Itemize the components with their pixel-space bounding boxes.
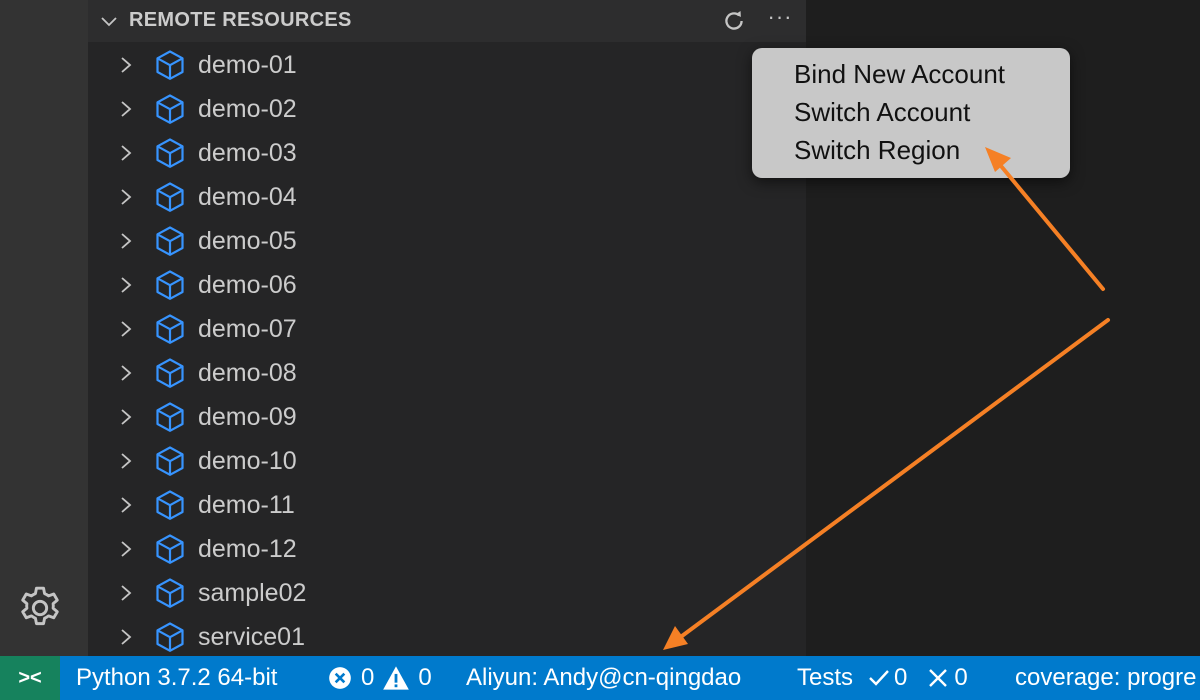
menu-item-bind-new-account[interactable]: Bind New Account	[752, 55, 1070, 93]
remote-icon: ><	[18, 666, 42, 689]
tree-item[interactable]: demo-10	[88, 439, 806, 483]
tree-item-label: demo-10	[198, 447, 297, 475]
problems-indicator[interactable]: 0 0	[327, 656, 432, 700]
activity-bar	[0, 0, 88, 656]
tree-item[interactable]: demo-11	[88, 483, 806, 527]
tree-item[interactable]: demo-02	[88, 87, 806, 131]
tree-item[interactable]: demo-05	[88, 219, 806, 263]
python-interpreter[interactable]: Python 3.7.2 64-bit	[76, 656, 277, 700]
menu-item-switch-region[interactable]: Switch Region	[752, 131, 1070, 169]
resource-tree: demo-01 demo-02 demo-03 demo-04 demo-05 demo-…	[88, 43, 806, 656]
chevron-right-icon	[121, 453, 132, 469]
chevron-right-icon	[121, 233, 132, 249]
sidebar: REMOTE RESOURCES ··· demo-01 demo-02 demo-…	[88, 0, 806, 656]
section-header-remote-resources[interactable]: REMOTE RESOURCES ···	[88, 0, 806, 42]
tree-item[interactable]: demo-08	[88, 351, 806, 395]
tests-passed-count: 0	[894, 664, 908, 691]
tree-item-label: sample02	[198, 579, 307, 607]
chevron-right-icon	[121, 57, 132, 73]
refresh-icon	[725, 10, 743, 30]
tree-item[interactable]: demo-09	[88, 395, 806, 439]
tree-item[interactable]: service01	[88, 615, 806, 656]
cube-icon	[156, 226, 184, 256]
tree-item[interactable]: demo-04	[88, 175, 806, 219]
more-actions-button[interactable]: ···	[764, 6, 796, 36]
menu-item-switch-account[interactable]: Switch Account	[752, 93, 1070, 131]
chevron-right-icon	[121, 541, 132, 557]
cube-icon	[156, 270, 184, 300]
chevron-right-icon	[121, 365, 132, 381]
tree-item[interactable]: demo-01	[88, 43, 806, 87]
tree-item-label: demo-06	[198, 271, 297, 299]
tree-item-label: demo-07	[198, 315, 297, 343]
tree-item-label: demo-12	[198, 535, 297, 563]
section-title: REMOTE RESOURCES	[129, 9, 352, 31]
cube-icon	[156, 50, 184, 80]
tree-item[interactable]: demo-07	[88, 307, 806, 351]
tree-item-label: demo-03	[198, 139, 297, 167]
tree-item[interactable]: demo-12	[88, 527, 806, 571]
chevron-right-icon	[121, 189, 132, 205]
chevron-right-icon	[121, 101, 132, 117]
warning-icon	[382, 665, 410, 691]
cube-icon	[156, 534, 184, 564]
cube-icon	[156, 446, 184, 476]
error-count: 0	[361, 664, 375, 691]
cube-icon	[156, 314, 184, 344]
tests-label: Tests	[797, 664, 854, 691]
chevron-down-icon	[101, 17, 117, 27]
error-icon	[327, 665, 353, 691]
chevron-right-icon	[121, 409, 132, 425]
section-actions: ···	[718, 6, 796, 36]
chevron-right-icon	[121, 321, 132, 337]
chevron-right-icon	[121, 585, 132, 601]
chevron-right-icon	[121, 497, 132, 513]
close-icon	[927, 667, 949, 689]
cube-icon	[156, 402, 184, 432]
cube-icon	[156, 358, 184, 388]
cube-icon	[156, 138, 184, 168]
tests-failed-count: 0	[954, 664, 968, 691]
chevron-right-icon	[121, 145, 132, 161]
cube-icon	[156, 490, 184, 520]
tree-item[interactable]: demo-03	[88, 131, 806, 175]
cube-icon	[156, 182, 184, 212]
cube-icon	[156, 578, 184, 608]
check-icon	[867, 667, 891, 689]
tree-item-label: service01	[198, 623, 305, 651]
context-menu: Bind New Account Switch Account Switch Reg…	[752, 48, 1070, 178]
vscode-window: REMOTE RESOURCES ··· demo-01 demo-02 demo-…	[0, 0, 1200, 700]
gear-icon[interactable]	[14, 582, 66, 634]
tree-item-label: demo-08	[198, 359, 297, 387]
refresh-button[interactable]	[718, 6, 750, 36]
status-bar: >< Python 3.7.2 64-bit 0 0 Aliyun: Andy@…	[0, 656, 1200, 700]
chevron-right-icon	[121, 629, 132, 645]
coverage-indicator[interactable]: coverage: progre	[1015, 656, 1196, 700]
chevron-right-icon	[121, 277, 132, 293]
tree-item-label: demo-05	[198, 227, 297, 255]
ellipsis-icon: ···	[767, 4, 793, 29]
warning-count: 0	[418, 664, 432, 691]
tree-item[interactable]: sample02	[88, 571, 806, 615]
tree-item-label: demo-02	[198, 95, 297, 123]
tree-item-label: demo-09	[198, 403, 297, 431]
tree-item-label: demo-01	[198, 51, 297, 79]
tree-item-label: demo-11	[198, 491, 295, 519]
tests-indicator[interactable]: Tests 0 0	[797, 656, 968, 700]
cube-icon	[156, 622, 184, 652]
cube-icon	[156, 94, 184, 124]
remote-indicator-button[interactable]: ><	[0, 656, 60, 700]
account-indicator[interactable]: Aliyun: Andy@cn-qingdao	[466, 656, 741, 700]
tree-item-label: demo-04	[198, 183, 297, 211]
tree-item[interactable]: demo-06	[88, 263, 806, 307]
